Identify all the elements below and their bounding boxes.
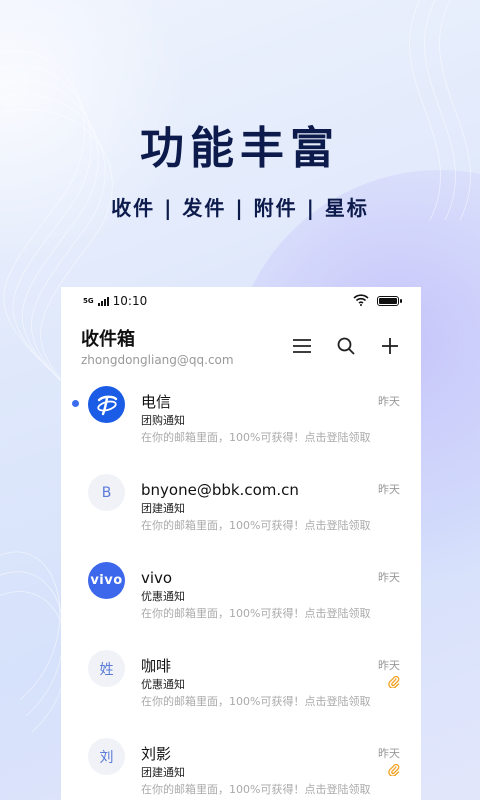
mail-item[interactable]: 电信 团购通知 在你的邮箱里面，100%可获得！点击登陆领取 昨天 <box>61 373 421 461</box>
inbox-header: 收件箱 zhongdongliang@qq.com <box>61 315 421 373</box>
mail-preview: 在你的邮箱里面，100%可获得！点击登陆领取 <box>141 519 371 532</box>
mail-date: 昨天 <box>378 747 400 760</box>
mail-subject: 团购通知 <box>141 414 185 427</box>
mail-date: 昨天 <box>378 571 400 584</box>
mail-sender: vivo <box>141 569 173 587</box>
mail-sender: 咖啡 <box>141 657 172 675</box>
mail-date: 昨天 <box>378 659 400 672</box>
unread-dot <box>72 400 79 407</box>
mail-date: 昨天 <box>378 395 400 408</box>
status-time: 10:10 <box>112 294 148 308</box>
hero-subtitle: 收件 | 发件 | 附件 | 星标 <box>111 196 369 220</box>
mail-subject: 优惠通知 <box>141 590 185 603</box>
mail-item[interactable]: 姓 咖啡 优惠通知 在你的邮箱里面，100%可获得！点击登陆领取 昨天 <box>61 637 421 725</box>
signal-icon <box>97 296 109 306</box>
mail-sender: 刘影 <box>141 745 172 763</box>
paperclip-icon <box>388 761 400 780</box>
telecom-avatar <box>88 386 125 423</box>
phone-screen: 5G 10:10 收件箱 zhongdongliang@qq.com 电信 团购… <box>61 287 421 800</box>
mail-subject: 优惠通知 <box>141 678 185 691</box>
mail-item[interactable]: 刘 刘影 团建通知 在你的邮箱里面，100%可获得！点击登陆领取 昨天 <box>61 725 421 800</box>
letter-avatar: 刘 <box>88 738 125 775</box>
mail-sender: 电信 <box>141 393 172 411</box>
mail-preview: 在你的邮箱里面，100%可获得！点击登陆领取 <box>141 431 371 444</box>
mail-preview: 在你的邮箱里面，100%可获得！点击登陆领取 <box>141 695 371 708</box>
vivo-avatar: vivo <box>88 562 125 599</box>
status-bar: 5G 10:10 <box>61 287 421 315</box>
paperclip-icon <box>388 673 400 692</box>
plus-icon[interactable] <box>379 335 401 357</box>
wifi-icon <box>353 293 369 309</box>
network-type: 5G <box>83 296 94 305</box>
battery-icon <box>377 296 402 306</box>
mail-preview: 在你的邮箱里面，100%可获得！点击登陆领取 <box>141 607 371 620</box>
mail-item[interactable]: vivo vivo 优惠通知 在你的邮箱里面，100%可获得！点击登陆领取 昨天 <box>61 549 421 637</box>
mail-subject: 团建通知 <box>141 766 185 779</box>
hero-title: 功能丰富 <box>140 123 340 174</box>
mail-date: 昨天 <box>378 483 400 496</box>
letter-avatar: B <box>88 474 125 511</box>
mail-subject: 团建通知 <box>141 502 185 515</box>
mail-sender: bnyone@bbk.com.cn <box>141 481 299 499</box>
mail-item[interactable]: B bnyone@bbk.com.cn 团建通知 在你的邮箱里面，100%可获得… <box>61 461 421 549</box>
menu-icon[interactable] <box>291 335 313 357</box>
letter-avatar: 姓 <box>88 650 125 687</box>
mail-list: 电信 团购通知 在你的邮箱里面，100%可获得！点击登陆领取 昨天 B bnyo… <box>61 373 421 800</box>
search-icon[interactable] <box>335 335 357 357</box>
mail-preview: 在你的邮箱里面，100%可获得！点击登陆领取 <box>141 783 371 796</box>
